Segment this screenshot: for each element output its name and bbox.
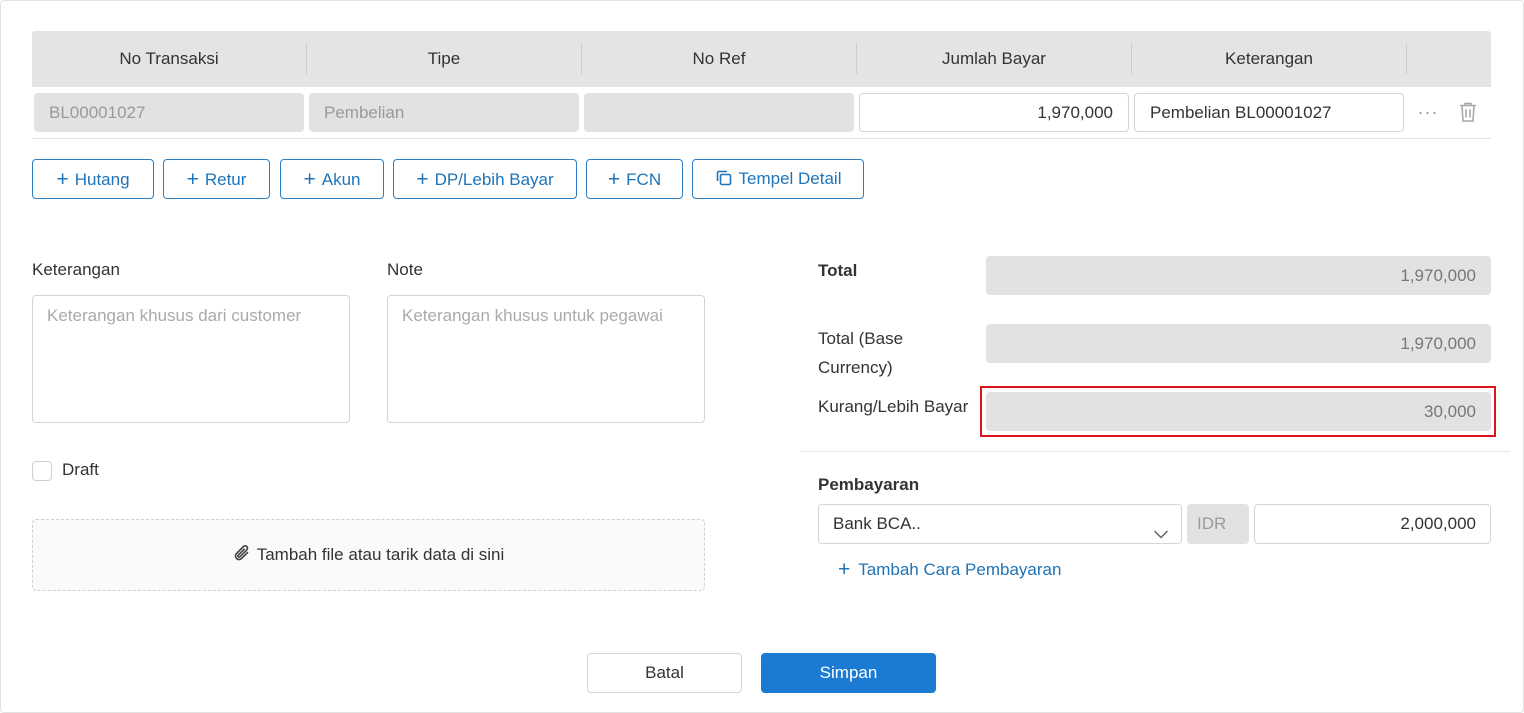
tipe-field: Pembelian bbox=[309, 93, 579, 132]
plus-icon: + bbox=[416, 168, 429, 191]
plus-icon: + bbox=[186, 168, 199, 191]
total-value: 1,970,000 bbox=[986, 256, 1491, 295]
no-ref-field bbox=[584, 93, 854, 132]
tempel-detail-button[interactable]: Tempel Detail bbox=[692, 159, 864, 199]
jumlah-bayar-input[interactable]: 1,970,000 bbox=[859, 93, 1129, 132]
pembayaran-title: Pembayaran bbox=[818, 475, 920, 494]
currency-field: IDR bbox=[1187, 504, 1249, 544]
note-textarea[interactable]: Keterangan khusus untuk pegawai bbox=[387, 295, 705, 423]
plus-icon: + bbox=[607, 168, 621, 191]
col-no-transaksi: No Transaksi bbox=[119, 49, 219, 68]
total-base-label: Total (Base Currency) bbox=[818, 324, 903, 382]
keterangan-label: Keterangan bbox=[32, 260, 120, 279]
col-tipe: Tipe bbox=[427, 49, 461, 68]
payment-method-select[interactable]: Bank BCA.. bbox=[818, 504, 1182, 544]
no-transaksi-field: BL00001027 bbox=[34, 93, 304, 132]
add-payment-method-link[interactable]: + Tambah Cara Pembayaran bbox=[838, 556, 1061, 583]
table-row: BL00001027 Pembelian 1,970,000 Pembelian… bbox=[32, 87, 1491, 139]
payment-amount-input[interactable]: 2,000,000 bbox=[1254, 504, 1491, 544]
draft-checkbox[interactable] bbox=[32, 461, 52, 481]
col-no-ref: No Ref bbox=[692, 49, 746, 68]
save-button[interactable]: Simpan bbox=[761, 653, 936, 693]
table-header: No Transaksi Tipe No Ref Jumlah Bayar Ke… bbox=[32, 31, 1491, 87]
keterangan-textarea[interactable]: Keterangan khusus dari customer bbox=[32, 295, 350, 423]
col-separator bbox=[1406, 44, 1407, 74]
highlight-box bbox=[980, 386, 1496, 437]
add-akun-label: Akun bbox=[321, 170, 361, 189]
add-retur-button[interactable]: + Retur bbox=[163, 159, 270, 199]
add-akun-button[interactable]: + Akun bbox=[280, 159, 384, 199]
total-label: Total bbox=[818, 261, 858, 280]
add-payment-method-label: Tambah Cara Pembayaran bbox=[858, 560, 1062, 579]
draft-label: Draft bbox=[62, 460, 99, 479]
col-keterangan: Keterangan bbox=[1225, 49, 1313, 68]
add-fcn-label: FCN bbox=[626, 170, 662, 189]
add-hutang-button[interactable]: + Hutang bbox=[32, 159, 154, 199]
payment-method-value: Bank BCA.. bbox=[833, 514, 921, 533]
tempel-detail-label: Tempel Detail bbox=[738, 169, 842, 188]
more-icon[interactable]: ··· bbox=[1417, 97, 1439, 127]
add-retur-label: Retur bbox=[204, 170, 247, 189]
summary-divider bbox=[800, 451, 1510, 452]
add-fcn-button[interactable]: + FCN bbox=[586, 159, 683, 199]
keterangan-row-input[interactable]: Pembelian BL00001027 bbox=[1134, 93, 1404, 132]
add-dp-button[interactable]: + DP/Lebih Bayar bbox=[393, 159, 577, 199]
chevron-down-icon bbox=[1153, 517, 1169, 539]
total-base-value: 1,970,000 bbox=[986, 324, 1491, 363]
plus-icon: + bbox=[838, 558, 851, 581]
attachment-dropzone[interactable]: Tambah file atau tarik data di sini bbox=[32, 519, 705, 591]
paperclip-icon bbox=[233, 523, 251, 561]
add-dp-label: DP/Lebih Bayar bbox=[434, 170, 554, 189]
plus-icon: + bbox=[56, 168, 69, 191]
note-label: Note bbox=[387, 260, 423, 279]
col-jumlah-bayar: Jumlah Bayar bbox=[942, 49, 1046, 68]
total-base-label-line1: Total (Base bbox=[818, 329, 904, 348]
attachment-text: Tambah file atau tarik data di sini bbox=[256, 545, 505, 564]
copy-icon bbox=[715, 163, 733, 186]
trash-icon[interactable] bbox=[1458, 101, 1478, 123]
add-hutang-label: Hutang bbox=[74, 170, 130, 189]
kurang-lebih-label: Kurang/Lebih Bayar bbox=[818, 397, 969, 416]
total-base-label-line2: Currency) bbox=[818, 358, 893, 377]
cancel-button[interactable]: Batal bbox=[587, 653, 742, 693]
plus-icon: + bbox=[303, 168, 316, 191]
